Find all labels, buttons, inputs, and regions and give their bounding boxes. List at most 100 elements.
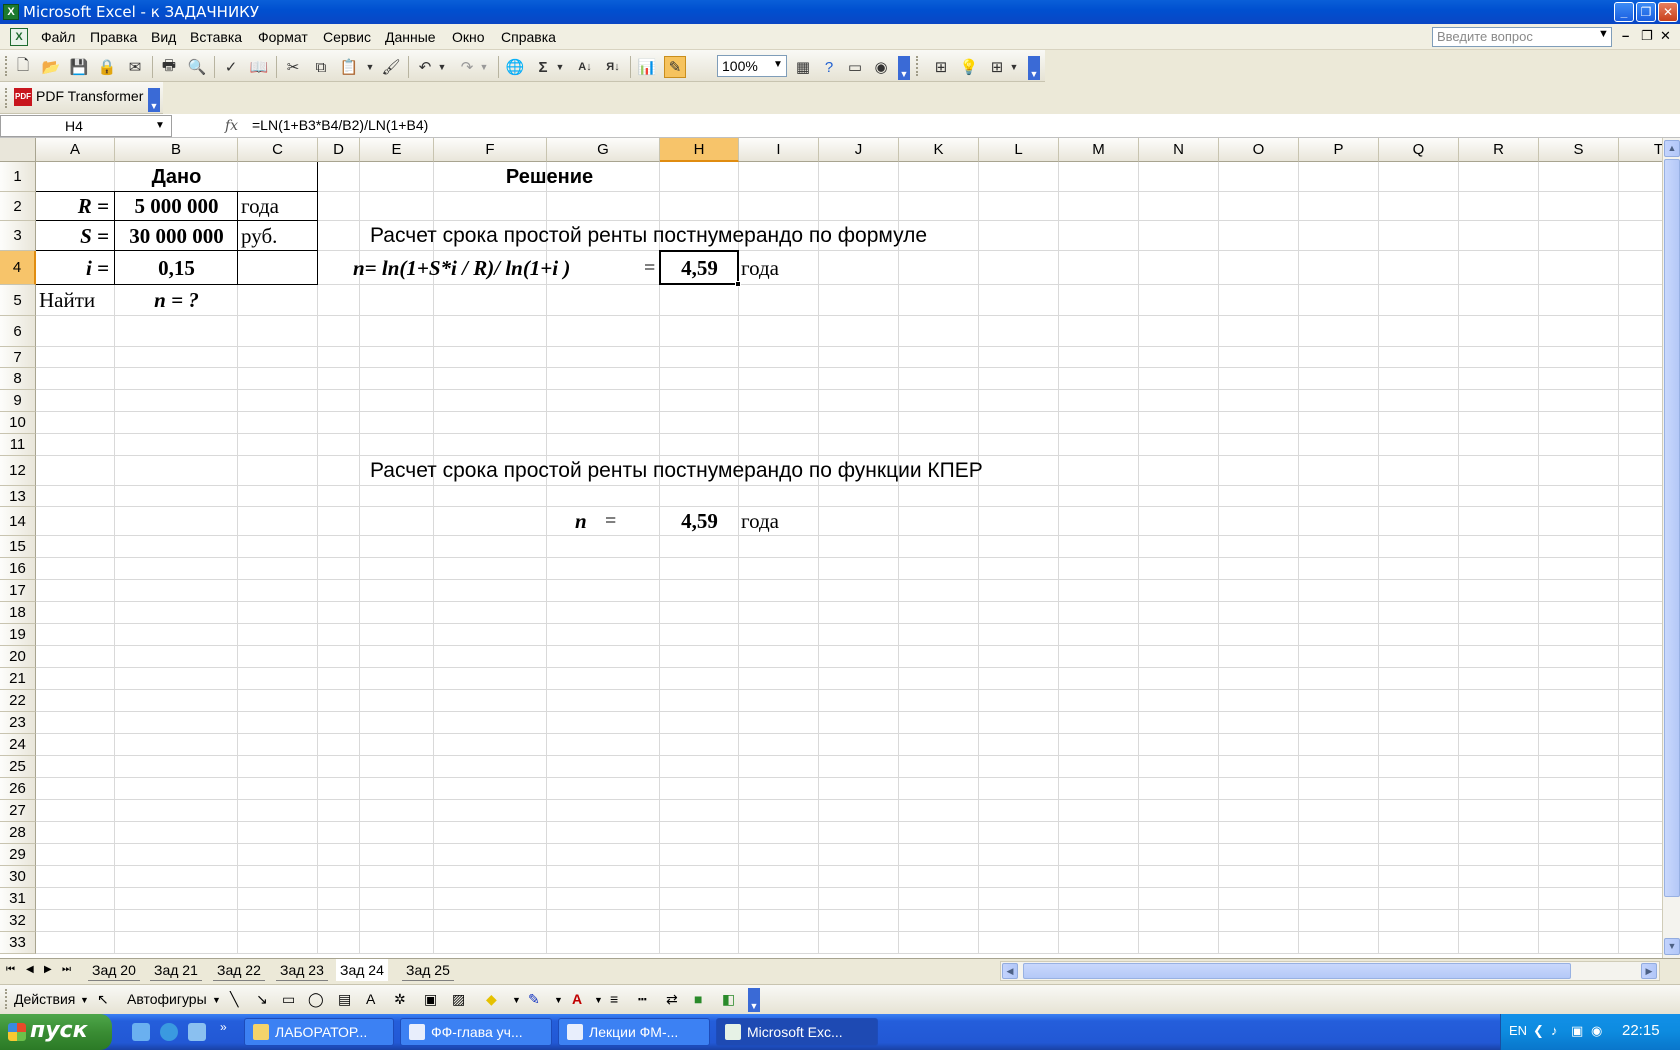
worksheet-grid[interactable]: A B C D E F G H I J K L M N O P Q R S T 1 2 3 4 5 6 7 8 9 10 11 12 13 14 1… xyxy=(0,138,1662,958)
network-icon[interactable]: ▣ xyxy=(1571,1023,1583,1039)
cut-icon[interactable]: ✂ xyxy=(282,56,304,78)
grid-dropdown-icon[interactable]: ▼ xyxy=(1008,56,1020,78)
zoom-dropdown-icon[interactable]: ▼ xyxy=(773,59,783,70)
row-header-33[interactable]: 33 xyxy=(0,932,36,954)
row-header-2[interactable]: 2 xyxy=(0,192,36,221)
row-header-32[interactable]: 32 xyxy=(0,910,36,932)
next-sheet-icon[interactable]: ▶ xyxy=(44,964,52,975)
language-indicator[interactable]: EN xyxy=(1509,1023,1527,1038)
font-color-dropdown-icon[interactable]: ▼ xyxy=(594,995,603,1005)
column-header-h[interactable]: H xyxy=(660,138,739,162)
doc-minimize-button[interactable]: – xyxy=(1622,28,1629,43)
research-icon[interactable]: 📖 xyxy=(248,56,270,78)
row-header-24[interactable]: 24 xyxy=(0,734,36,756)
last-sheet-icon[interactable]: ⏭ xyxy=(62,964,71,975)
row-header-12[interactable]: 12 xyxy=(0,456,36,486)
row-header-27[interactable]: 27 xyxy=(0,800,36,822)
line-style-icon[interactable]: ≡ xyxy=(610,991,618,1007)
sheet-tab[interactable]: Зад 20 xyxy=(88,959,140,981)
row-header-16[interactable]: 16 xyxy=(0,558,36,580)
rectangle-icon[interactable]: ▭ xyxy=(282,991,295,1008)
column-header-i[interactable]: I xyxy=(739,138,819,162)
pdf-transformer-button[interactable]: PDF PDF Transformer xyxy=(14,88,143,107)
undo-dropdown-icon[interactable]: ▼ xyxy=(436,56,448,78)
row-header-22[interactable]: 22 xyxy=(0,690,36,712)
3d-icon[interactable]: ◧ xyxy=(722,991,735,1008)
column-header-b[interactable]: B xyxy=(115,138,238,162)
paste-dropdown-icon[interactable]: ▼ xyxy=(364,56,376,78)
task-button[interactable]: Лекции ФМ-... xyxy=(558,1018,710,1046)
row-header-14[interactable]: 14 xyxy=(0,507,36,536)
row-header-21[interactable]: 21 xyxy=(0,668,36,690)
line-color-icon[interactable]: ✎ xyxy=(528,991,540,1008)
shadow-icon[interactable]: ■ xyxy=(694,991,702,1007)
row-header-1[interactable]: 1 xyxy=(0,162,36,192)
scroll-down-icon[interactable]: ▼ xyxy=(1664,938,1680,955)
sort-ascending-icon[interactable]: A↓ xyxy=(574,56,596,78)
column-header-e[interactable]: E xyxy=(360,138,434,162)
menu-window[interactable]: Окно xyxy=(452,29,485,45)
column-header-q[interactable]: Q xyxy=(1379,138,1459,162)
row-header-10[interactable]: 10 xyxy=(0,412,36,434)
menu-tools[interactable]: Сервис xyxy=(323,29,371,45)
toolbar-options-icon[interactable]: ▼ xyxy=(898,56,910,80)
redo-icon[interactable]: ↷ xyxy=(456,56,478,78)
volume-icon[interactable]: ♪ xyxy=(1551,1023,1558,1038)
show-desktop-icon[interactable] xyxy=(132,1023,150,1041)
autosum-dropdown-icon[interactable]: ▼ xyxy=(554,56,566,78)
clipart-icon[interactable]: ▣ xyxy=(424,991,437,1008)
picture-icon[interactable]: ▨ xyxy=(452,991,465,1008)
email-icon[interactable]: ✉ xyxy=(124,56,146,78)
column-header-g[interactable]: G xyxy=(547,138,660,162)
menu-view[interactable]: Вид xyxy=(151,29,176,45)
doc-close-button[interactable]: ✕ xyxy=(1660,28,1671,44)
tray-arrow-icon[interactable]: ❮ xyxy=(1533,1023,1544,1039)
task-button[interactable]: ЛАБОРАТОР... xyxy=(244,1018,394,1046)
vertical-scrollbar[interactable]: ▲ ▼ xyxy=(1662,138,1680,958)
copy-icon[interactable]: ⧉ xyxy=(310,56,332,78)
column-header-k[interactable]: K xyxy=(899,138,979,162)
drawing-toolbar-grip[interactable] xyxy=(5,989,8,1009)
borders-icon[interactable]: ⊞ xyxy=(930,56,952,78)
column-header-c[interactable]: C xyxy=(238,138,318,162)
row-header-13[interactable]: 13 xyxy=(0,486,36,507)
row-header-19[interactable]: 19 xyxy=(0,624,36,646)
menu-format[interactable]: Формат xyxy=(258,29,308,45)
sheet-tab[interactable]: Зад 23 xyxy=(276,959,328,981)
name-box-dropdown-icon[interactable]: ▼ xyxy=(155,120,165,131)
menu-insert[interactable]: Вставка xyxy=(190,29,242,45)
scroll-left-icon[interactable]: ◀ xyxy=(1002,963,1018,979)
open-icon[interactable]: 📂 xyxy=(40,56,62,78)
vertical-scroll-thumb[interactable] xyxy=(1664,159,1680,897)
column-header-f[interactable]: F xyxy=(434,138,547,162)
toolbar-grip[interactable] xyxy=(5,56,8,76)
spelling-icon[interactable]: ✓ xyxy=(220,56,242,78)
active-cell-outline[interactable] xyxy=(659,250,739,285)
line-icon[interactable]: ╲ xyxy=(230,991,238,1008)
toolbar-options-icon-2[interactable]: ▼ xyxy=(1028,56,1040,80)
ask-dropdown-icon[interactable]: ▼ xyxy=(1598,28,1609,40)
sheet-tab-active[interactable]: Зад 24 xyxy=(336,959,388,981)
column-header-a[interactable]: A xyxy=(36,138,115,162)
actions-menu[interactable]: Действия xyxy=(14,991,75,1007)
save-icon[interactable]: 💾 xyxy=(68,56,90,78)
drawing-toggle-icon[interactable]: ✎ xyxy=(664,56,686,78)
task-button[interactable]: ФФ-глава уч... xyxy=(400,1018,552,1046)
column-header-m[interactable]: M xyxy=(1059,138,1139,162)
fill-dropdown-icon[interactable]: ▼ xyxy=(512,995,521,1005)
actions-dropdown-icon[interactable]: ▼ xyxy=(80,995,89,1005)
drawing-toolbar-options-icon[interactable]: ▼ xyxy=(748,988,760,1012)
oval-icon[interactable]: ◯ xyxy=(308,991,324,1008)
ask-question-input[interactable]: Введите вопрос xyxy=(1432,27,1612,47)
column-header-n[interactable]: N xyxy=(1139,138,1219,162)
excel-app-icon[interactable]: X xyxy=(3,4,19,20)
row-header-25[interactable]: 25 xyxy=(0,756,36,778)
column-header-r[interactable]: R xyxy=(1459,138,1539,162)
paste-icon[interactable]: 📋 xyxy=(338,56,360,78)
browser-icon[interactable] xyxy=(160,1023,178,1041)
wordart-icon[interactable]: A xyxy=(366,991,375,1007)
prev-sheet-icon[interactable]: ◀ xyxy=(26,964,34,975)
line-color-dropdown-icon[interactable]: ▼ xyxy=(554,995,563,1005)
row-header-15[interactable]: 15 xyxy=(0,536,36,558)
pdf-toolbar-options-icon[interactable]: ▼ xyxy=(148,88,160,112)
